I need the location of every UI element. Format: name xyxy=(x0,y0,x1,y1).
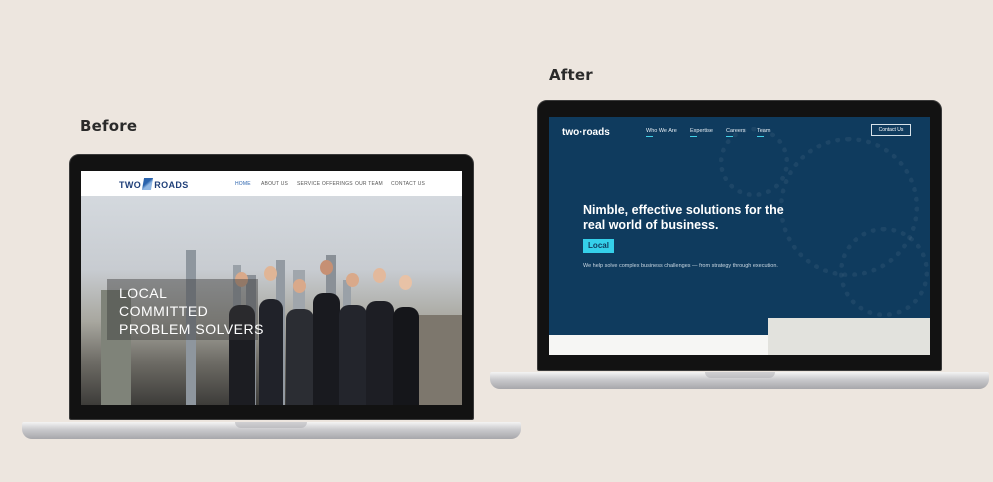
before-label: Before xyxy=(80,117,138,135)
after-nav-expertise[interactable]: Expertise xyxy=(690,128,713,137)
team-member xyxy=(339,305,367,405)
contact-us-button[interactable]: Contact Us xyxy=(871,124,911,136)
after-hero-tag: Local xyxy=(583,239,614,253)
team-member-head xyxy=(320,260,333,275)
after-label: After xyxy=(549,66,593,84)
hero-line-local: LOCAL xyxy=(119,285,168,301)
team-member xyxy=(366,301,394,405)
after-hero-headline: Nimble, effective solutions for the real… xyxy=(583,203,784,232)
gear-decoration-icon xyxy=(719,127,789,197)
before-nav-home[interactable]: HOME xyxy=(235,181,251,187)
after-laptop: two·roads Who We Are Expertise Careers T… xyxy=(490,100,989,392)
before-nav-team[interactable]: OUR TEAM xyxy=(355,181,383,187)
after-laptop-notch xyxy=(705,372,775,378)
before-nav-services[interactable]: SERVICE OFFERINGS xyxy=(297,181,353,187)
team-member-head xyxy=(264,266,277,281)
hero-line-problem-solvers: PROBLEM SOLVERS xyxy=(119,321,264,337)
before-laptop-notch xyxy=(235,422,307,428)
before-logo-text-left: TWO xyxy=(119,180,142,190)
after-hero-subtext: We help solve complex business challenge… xyxy=(583,263,778,269)
team-member xyxy=(393,307,419,405)
road-logo-icon xyxy=(142,178,154,190)
before-site-logo[interactable]: TWO ROADS xyxy=(119,178,189,190)
after-screen: two·roads Who We Are Expertise Careers T… xyxy=(549,117,930,355)
after-nav-who-we-are[interactable]: Who We Are xyxy=(646,128,677,137)
team-member-head xyxy=(399,275,412,290)
team-member xyxy=(259,299,283,405)
before-nav-about[interactable]: ABOUT US xyxy=(261,181,288,187)
after-nav-team[interactable]: Team xyxy=(757,128,770,137)
team-member xyxy=(313,293,340,405)
team-member-head xyxy=(346,273,359,287)
after-site-logo[interactable]: two·roads xyxy=(562,127,610,138)
team-member-head xyxy=(373,268,386,283)
before-screen: TWO ROADS HOME ABOUT US SERVICE OFFERINGS… xyxy=(81,171,462,405)
before-logo-text-right: ROADS xyxy=(154,180,189,190)
before-laptop: TWO ROADS HOME ABOUT US SERVICE OFFERINGS… xyxy=(22,154,521,442)
team-member-head xyxy=(293,279,306,293)
before-nav-contact[interactable]: CONTACT US xyxy=(391,181,425,187)
before-site-navbar: TWO ROADS HOME ABOUT US SERVICE OFFERINGS… xyxy=(81,171,462,196)
hero-line-committed: COMMITTED xyxy=(119,303,209,319)
gear-decoration-icon xyxy=(839,227,929,317)
team-member xyxy=(286,309,314,405)
after-image-card xyxy=(768,318,930,355)
after-nav-careers[interactable]: Careers xyxy=(726,128,746,137)
